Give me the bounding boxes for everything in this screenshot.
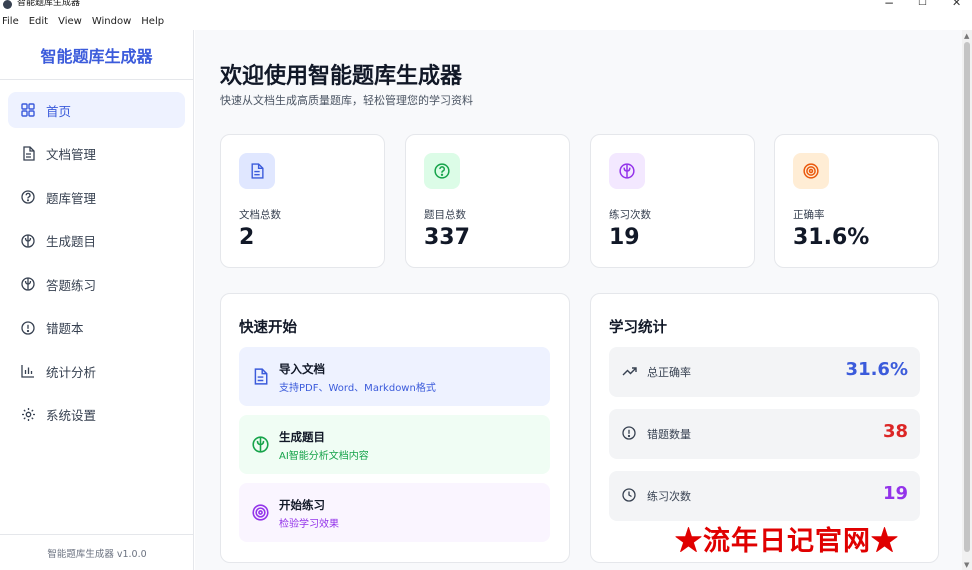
menu-view[interactable]: View [58,14,82,30]
document-icon [251,367,269,385]
app-icon [3,0,12,9]
quick-item-desc: 支持PDF、Word、Markdown格式 [279,383,436,394]
question-icon [20,189,36,205]
stat-label: 练习次数 [609,209,651,221]
stat-value: 337 [424,225,470,250]
bar-chart-icon [20,363,36,379]
stat-card-accuracy: 正确率 31.6% [774,134,939,268]
quick-start-title: 快速开始 [239,320,297,336]
sidebar-item-generate[interactable]: 生成题目 [8,223,185,259]
target-icon [251,503,269,521]
page-title: 欢迎使用智能题库生成器 [220,64,463,89]
quick-item-title: 生成题目 [279,430,325,444]
import-document-button[interactable]: 导入文档 支持PDF、Word、Markdown格式 [239,347,550,406]
alert-circle-icon [621,425,637,441]
menu-help[interactable]: Help [141,14,164,30]
title-bar: 智能题库生成器 [0,0,972,10]
stat-card-practice: 练习次数 19 [590,134,755,268]
stat-row-wrong-count: 错题数量 38 [609,409,920,459]
stat-label: 题目总数 [424,209,466,221]
quick-start-panel: 快速开始 导入文档 支持PDF、Word、Markdown格式 生成题目 AI智… [220,293,570,563]
stat-row-label: 练习次数 [647,490,691,503]
sidebar-item-documents[interactable]: 文档管理 [8,136,185,172]
sidebar-item-label: 统计分析 [46,364,97,380]
sidebar-item-settings[interactable]: 系统设置 [8,397,185,433]
stat-row-practice-count: 练习次数 19 [609,471,920,521]
stat-label: 文档总数 [239,209,281,221]
brain-icon [20,233,36,249]
main-content: 欢迎使用智能题库生成器 快速从文档生成高质量题库，轻松管理您的学习资料 文档总数… [195,30,962,570]
grid-icon [20,102,36,118]
stat-row-value: 38 [882,421,908,442]
page-subtitle: 快速从文档生成高质量题库，轻松管理您的学习资料 [220,94,473,107]
menu-edit[interactable]: Edit [29,14,48,30]
stat-card-questions: 题目总数 337 [405,134,570,268]
quick-item-title: 开始练习 [279,498,325,512]
document-icon [20,146,36,162]
brand-title: 智能题库生成器 [0,30,193,80]
quick-item-title: 导入文档 [279,362,325,376]
clock-icon [621,487,637,503]
sidebar-item-label: 首页 [46,103,72,119]
start-practice-button[interactable]: 开始练习 检验学习效果 [239,483,550,542]
brain-icon [609,153,645,189]
vertical-scrollbar[interactable]: ▲ ▼ [962,30,972,570]
sidebar-item-label: 错题本 [46,321,84,336]
sidebar-item-label: 题库管理 [46,190,97,206]
close-button[interactable]: ✕ [952,0,961,9]
menu-bar: File Edit View Window Help [0,14,972,30]
quick-item-desc: 检验学习效果 [279,519,339,530]
stat-row-value: 31.6% [845,359,908,380]
stat-row-value: 19 [882,483,908,504]
stat-row-accuracy: 总正确率 31.6% [609,347,920,397]
stat-value: 31.6% [793,225,870,250]
target-icon [793,153,829,189]
scrollbar-thumb[interactable] [964,42,970,552]
generate-questions-button[interactable]: 生成题目 AI智能分析文档内容 [239,415,550,474]
brain-icon [251,435,269,453]
window-title: 智能题库生成器 [17,0,81,8]
sidebar-item-label: 生成题目 [46,234,97,249]
sidebar-item-label: 答题练习 [46,277,97,293]
study-stats-title: 学习统计 [609,320,667,336]
stat-value: 19 [609,225,640,250]
stat-row-label: 错题数量 [647,428,691,441]
scroll-down-icon[interactable]: ▼ [964,561,969,569]
stat-row-label: 总正确率 [647,366,691,379]
sidebar-item-label: 文档管理 [46,147,97,162]
sidebar-item-label: 系统设置 [46,408,97,423]
version-footer: 智能题库生成器 v1.0.0 [0,534,194,570]
sidebar-item-wrong-answers[interactable]: 错题本 [8,310,185,346]
question-icon [424,153,460,189]
sidebar-nav: 首页 文档管理 题库管理 生成题目 答题练习 错题本 统计分析 系统设置 [0,80,193,433]
watermark-text: ★流年日记官网★ [675,526,899,557]
stat-label: 正确率 [793,209,825,221]
alert-circle-icon [20,320,36,336]
sidebar: 智能题库生成器 首页 文档管理 题库管理 生成题目 答题练习 错题本 统计分析 … [0,30,194,570]
sidebar-item-practice[interactable]: 答题练习 [8,266,185,302]
menu-window[interactable]: Window [92,14,131,30]
sidebar-item-statistics[interactable]: 统计分析 [8,353,185,389]
stat-card-documents: 文档总数 2 [220,134,385,268]
scroll-up-icon[interactable]: ▲ [964,32,969,40]
quick-item-desc: AI智能分析文档内容 [279,451,369,462]
maximize-button[interactable]: ☐ [918,0,927,8]
minimize-button[interactable]: − [884,0,894,10]
trending-up-icon [621,363,637,379]
brain-icon [20,276,36,292]
document-icon [239,153,275,189]
sidebar-item-home[interactable]: 首页 [8,92,185,128]
menu-file[interactable]: File [2,14,19,30]
gear-icon [20,407,36,423]
sidebar-item-question-bank[interactable]: 题库管理 [8,179,185,215]
stat-value: 2 [239,225,255,250]
